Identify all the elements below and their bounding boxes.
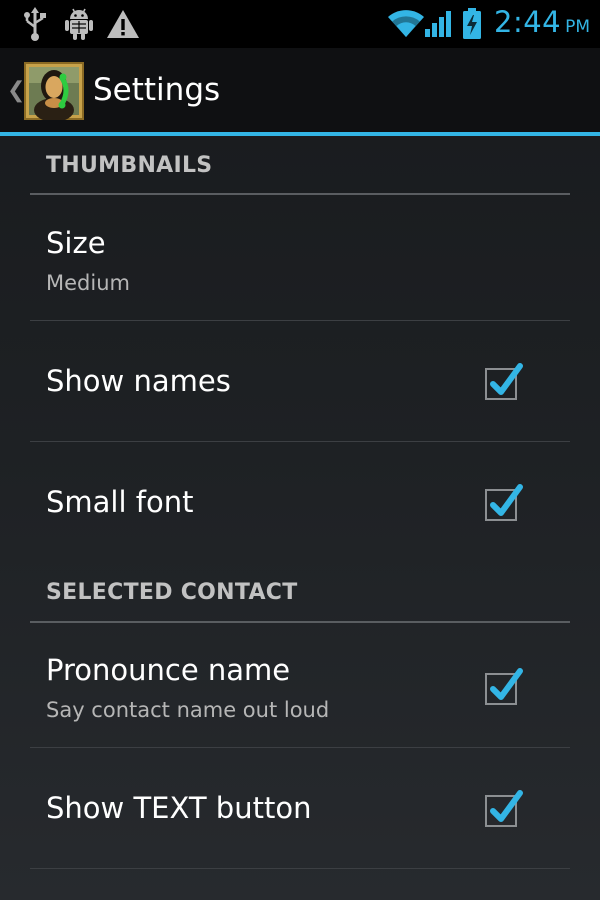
- category-divider: [30, 193, 570, 195]
- status-clock: 2:44 PM: [494, 0, 590, 48]
- clock-time: 2:44: [494, 5, 562, 39]
- action-bar-accent-line: [0, 132, 600, 136]
- setting-title: Show TEXT button: [46, 791, 312, 825]
- category-divider: [30, 621, 570, 623]
- clock-ampm: PM: [565, 17, 591, 37]
- setting-title: Pronounce name: [46, 653, 291, 687]
- usb-icon: [22, 0, 48, 48]
- setting-title: Show names: [46, 364, 231, 398]
- setting-pronounce-name[interactable]: Pronounce name Say contact name out loud: [30, 624, 570, 748]
- settings-screen: 2:44 PM ❮ Settings THUMBNAILS Size Mediu…: [0, 0, 600, 900]
- category-thumbnails: THUMBNAILS: [46, 153, 213, 178]
- signal-icon: [424, 0, 454, 48]
- battery-charging-icon: [462, 0, 482, 48]
- page-title: Settings: [93, 72, 221, 108]
- status-bar: 2:44 PM: [0, 0, 600, 48]
- setting-title: Size: [46, 226, 106, 260]
- warning-icon: [106, 0, 140, 48]
- setting-small-font[interactable]: Small font: [30, 442, 570, 566]
- setting-show-names[interactable]: Show names: [30, 321, 570, 441]
- action-bar: ❮ Settings: [0, 48, 600, 132]
- setting-size[interactable]: Size Medium: [30, 196, 570, 320]
- category-selected-contact: SELECTED CONTACT: [46, 580, 298, 605]
- show-text-button-checkbox[interactable]: [482, 786, 526, 830]
- small-font-checkbox[interactable]: [482, 480, 526, 524]
- show-names-checkbox[interactable]: [482, 359, 526, 403]
- mona-lisa-phone-icon[interactable]: [24, 62, 84, 122]
- pronounce-name-checkbox[interactable]: [482, 664, 526, 708]
- wifi-icon: [388, 0, 424, 48]
- setting-summary: Say contact name out loud: [46, 698, 330, 722]
- setting-show-text-button[interactable]: Show TEXT button: [30, 748, 570, 868]
- android-debug-icon: [64, 0, 94, 48]
- chevron-left-icon: ❮: [7, 77, 26, 103]
- setting-title: Small font: [46, 485, 194, 519]
- setting-summary: Medium: [46, 271, 130, 295]
- row-divider: [30, 868, 570, 869]
